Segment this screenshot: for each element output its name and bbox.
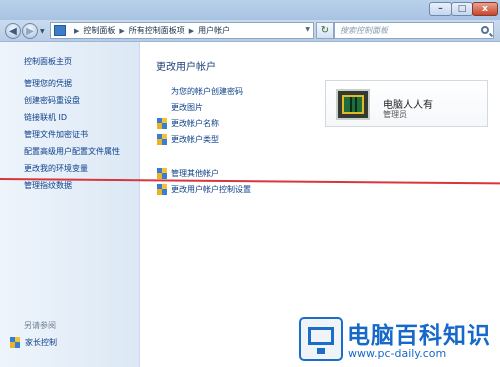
uac-shield-icon bbox=[157, 134, 167, 145]
breadcrumb-user-accounts[interactable]: 用户帐户 bbox=[198, 25, 230, 36]
refresh-icon: ↻ bbox=[320, 25, 330, 36]
uac-shield-icon bbox=[157, 118, 167, 129]
window-title-bar: – □ x bbox=[0, 0, 500, 20]
forward-arrow-icon: ▶ bbox=[26, 25, 34, 37]
chevron-right-icon[interactable]: ▶ bbox=[119, 27, 124, 35]
account-card: 电脑人人有 管理员 bbox=[325, 80, 488, 127]
sidebar: 控制面板主页 管理您的凭据 创建密码重设盘 链接联机 ID 管理文件加密证书 配… bbox=[0, 42, 140, 367]
refresh-button[interactable]: ↻ bbox=[316, 22, 334, 39]
create-password-link[interactable]: 为您的帐户创建密码 bbox=[171, 86, 243, 97]
forward-button[interactable]: ▶ bbox=[22, 23, 38, 39]
watermark-title: 电脑百科知识 bbox=[347, 323, 491, 349]
minimize-button[interactable]: – bbox=[429, 2, 452, 16]
breadcrumb-all-items[interactable]: 所有控制面板项 bbox=[129, 25, 185, 36]
chevron-right-icon[interactable]: ▶ bbox=[189, 27, 194, 35]
page-title: 更改用户帐户 bbox=[156, 62, 216, 73]
uac-shield-icon bbox=[157, 168, 167, 179]
breadcrumb-control-panel[interactable]: 控制面板 bbox=[83, 25, 115, 36]
history-dropdown-icon[interactable]: ▼ bbox=[40, 28, 45, 35]
sidebar-item-encryption-certs[interactable]: 管理文件加密证书 bbox=[24, 129, 88, 140]
sidebar-item-profile-properties[interactable]: 配置高级用户配置文件属性 bbox=[24, 146, 120, 157]
sidebar-item-online-id[interactable]: 链接联机 ID bbox=[24, 112, 67, 123]
sidebar-item-fingerprint[interactable]: 管理指纹数据 bbox=[24, 180, 72, 191]
search-icon[interactable] bbox=[481, 26, 489, 34]
address-dropdown-icon[interactable]: ▼ bbox=[305, 26, 310, 33]
sidebar-item-reset-disk[interactable]: 创建密码重设盘 bbox=[24, 95, 80, 106]
sidebar-item-parental-controls[interactable]: 家长控制 bbox=[10, 337, 57, 348]
avatar bbox=[336, 89, 370, 120]
back-arrow-icon: ◀ bbox=[9, 25, 17, 37]
search-input[interactable]: 搜索控制面板 bbox=[334, 22, 494, 39]
watermark-url: www.pc-daily.com bbox=[348, 347, 447, 360]
change-account-type-link[interactable]: 更改帐户类型 bbox=[171, 134, 219, 145]
change-account-name-link[interactable]: 更改帐户名称 bbox=[171, 118, 219, 129]
watermark-monitor-icon bbox=[299, 317, 343, 361]
change-picture-link[interactable]: 更改图片 bbox=[171, 102, 203, 113]
uac-shield-icon bbox=[10, 337, 20, 348]
address-bar[interactable]: ▶ 控制面板 ▶ 所有控制面板项 ▶ 用户帐户 ▼ bbox=[50, 22, 314, 39]
parental-controls-label: 家长控制 bbox=[25, 338, 57, 347]
account-role: 管理员 bbox=[383, 110, 407, 119]
search-placeholder: 搜索控制面板 bbox=[340, 26, 388, 35]
back-button[interactable]: ◀ bbox=[5, 23, 21, 39]
maximize-button[interactable]: □ bbox=[451, 2, 473, 16]
uac-settings-link[interactable]: 更改用户帐户控制设置 bbox=[171, 184, 251, 195]
close-button[interactable]: x bbox=[472, 2, 498, 16]
address-row: ◀ ▶ ▼ ▶ 控制面板 ▶ 所有控制面板项 ▶ 用户帐户 ▼ ↻ 搜索控制面板 bbox=[0, 20, 500, 42]
control-panel-icon bbox=[54, 25, 66, 36]
see-also-heading: 另请参阅 bbox=[24, 321, 56, 330]
sidebar-item-env-vars[interactable]: 更改我的环境变量 bbox=[24, 163, 88, 174]
sidebar-item-credentials[interactable]: 管理您的凭据 bbox=[24, 78, 72, 89]
chevron-right-icon[interactable]: ▶ bbox=[74, 27, 79, 35]
sidebar-item-home[interactable]: 控制面板主页 bbox=[24, 56, 72, 67]
uac-shield-icon bbox=[157, 184, 167, 195]
manage-other-accounts-link[interactable]: 管理其他帐户 bbox=[171, 168, 219, 179]
